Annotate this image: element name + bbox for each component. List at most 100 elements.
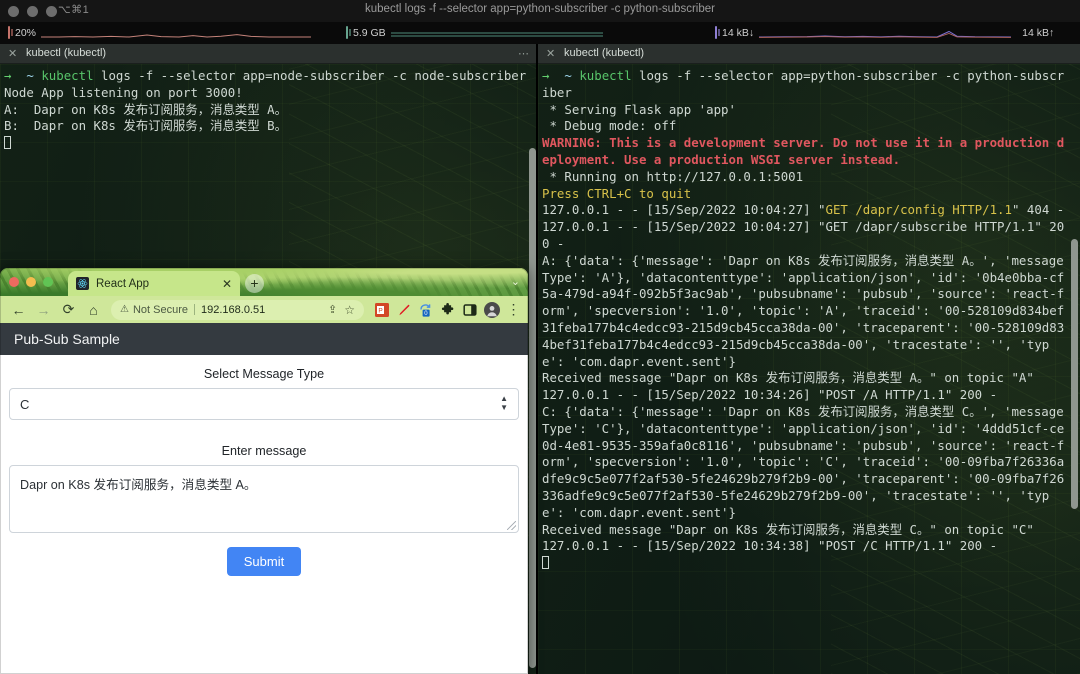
- chrome-maximize-button[interactable]: [43, 277, 53, 287]
- left-terminal-output: → ~ kubectl logs -f --selector app=node-…: [0, 64, 536, 152]
- react-logo-icon: [76, 277, 89, 290]
- new-tab-button[interactable]: +: [245, 274, 264, 293]
- left-command-args: logs -f --selector app=node-subscriber -…: [93, 68, 527, 83]
- right-tab-label[interactable]: kubectl (kubectl): [564, 47, 644, 59]
- event-payload-a: A: {'data': {'message': 'Dapr on K8s 发布订…: [542, 252, 1065, 369]
- cpu-sparkline: [41, 34, 312, 38]
- sync-counter-extension-icon[interactable]: 0: [417, 301, 434, 318]
- right-terminal-scrollbar[interactable]: [1071, 239, 1078, 509]
- share-icon[interactable]: ⇪: [328, 303, 337, 316]
- powerpoint-extension-icon[interactable]: P: [373, 301, 390, 318]
- flask-debug-line: * Debug mode: off: [542, 118, 677, 134]
- enter-message-label: Enter message: [221, 444, 307, 458]
- chrome-window-controls[interactable]: [9, 277, 53, 287]
- cpu-icon: [8, 26, 10, 39]
- chrome-toolbar[interactable]: ← → ⟳ ⌂ ⚠ Not Secure 192.168.0.51 ⇪ ☆ P: [0, 296, 528, 323]
- left-terminal-cursor: [4, 136, 11, 150]
- right-prompt-path: ~: [564, 68, 572, 83]
- cpu-value: 20%: [15, 27, 37, 39]
- left-prompt-path: ~: [26, 68, 34, 83]
- select-message-type-label: Select Message Type: [203, 367, 325, 381]
- not-secure-warning-icon: ⚠: [120, 304, 129, 315]
- right-prompt-arrow: →: [542, 68, 550, 83]
- browser-tab-close-icon[interactable]: ✕: [222, 278, 232, 290]
- right-tab-close-icon[interactable]: ✕: [546, 48, 555, 60]
- memory-value: 5.9 GB: [353, 27, 386, 39]
- status-strip: 20% 5.9 GB 14 kB↓ 14 kB↑: [0, 22, 1080, 44]
- left-prompt-arrow: →: [4, 68, 12, 83]
- received-message-a: Received message "Dapr on K8s 发布订阅服务，消息类…: [542, 370, 1034, 386]
- network-up-value: 14 kB↑: [1022, 27, 1055, 39]
- puzzle-extensions-icon[interactable]: [439, 301, 456, 318]
- back-button[interactable]: ←: [6, 298, 31, 322]
- right-terminal-cursor: [542, 556, 549, 570]
- side-panel-icon[interactable]: [461, 301, 478, 318]
- address-bar[interactable]: ⚠ Not Secure 192.168.0.51 ⇪ ☆: [111, 299, 364, 320]
- left-tab-close-icon[interactable]: ✕: [8, 48, 17, 60]
- browser-tab-title: React App: [96, 277, 150, 290]
- flask-serving-line: * Serving Flask app 'app': [542, 101, 736, 117]
- flask-warning-line: WARNING: This is a development server. D…: [542, 135, 1065, 167]
- left-command-name: kubectl: [41, 68, 94, 83]
- omnibox-url: 192.168.0.51: [201, 303, 266, 316]
- terminal-titlebar: ⌥⌘1 kubectl logs -f --selector app=pytho…: [0, 0, 1080, 22]
- extensions-row[interactable]: P 0 ⋮: [369, 298, 522, 322]
- page-header: Pub-Sub Sample: [0, 323, 528, 355]
- http-log-1-request: GET /dapr/config HTTP/1.1: [825, 202, 1012, 218]
- chevron-down-icon[interactable]: ⌄: [511, 275, 520, 288]
- cpu-stat[interactable]: 20%: [8, 22, 312, 44]
- network-sparkline: [759, 30, 1012, 38]
- svg-text:P: P: [378, 307, 382, 314]
- flask-running-line: * Running on http://127.0.0.1:5001: [542, 168, 804, 184]
- profile-avatar-icon[interactable]: [483, 301, 500, 318]
- page-title: Pub-Sub Sample: [14, 331, 120, 347]
- left-tab-menu-icon[interactable]: ⋯: [518, 47, 529, 60]
- network-down-stat[interactable]: 14 kB↓ 14 kB↑: [715, 22, 1054, 44]
- right-terminal-pane[interactable]: → ~ kubectl logs -f --selector app=pytho…: [538, 64, 1080, 674]
- event-payload-c: C: {'data': {'message': 'Dapr on K8s 发布订…: [542, 403, 1065, 520]
- network-icon: [715, 26, 717, 39]
- message-textarea-value: Dapr on K8s 发布订阅服务，消息类型 A。: [20, 478, 257, 492]
- http-log-1-suffix: " 404 -: [1011, 202, 1065, 218]
- chrome-close-button[interactable]: [9, 277, 19, 287]
- not-secure-indicator[interactable]: ⚠ Not Secure: [120, 304, 188, 316]
- window-title: kubectl logs -f --selector app=python-su…: [365, 3, 715, 15]
- message-textarea[interactable]: Dapr on K8s 发布订阅服务，消息类型 A。: [9, 465, 519, 533]
- memory-sparkline: [390, 32, 603, 37]
- left-log-line-2: B: Dapr on K8s 发布订阅服务，消息类型 B。: [4, 118, 287, 134]
- right-terminal-output: → ~ kubectl logs -f --selector app=pytho…: [538, 64, 1080, 572]
- not-secure-label: Not Secure: [132, 303, 188, 316]
- reload-button[interactable]: ⟳: [56, 298, 81, 322]
- right-tabbar[interactable]: ✕ kubectl (kubectl): [538, 44, 1080, 64]
- http-log-1-prefix: 127.0.0.1 - - [15/Sep/2022 10:04:27] ": [542, 202, 826, 218]
- marker-pen-extension-icon[interactable]: [395, 301, 412, 318]
- right-command-name: kubectl: [579, 68, 632, 83]
- forward-button[interactable]: →: [31, 298, 56, 322]
- http-log-2: 127.0.0.1 - - [15/Sep/2022 10:04:27] "GE…: [542, 219, 1065, 251]
- left-tabbar[interactable]: ✕ kubectl (kubectl) ⋯: [0, 44, 536, 64]
- bookmark-star-icon[interactable]: ☆: [344, 303, 355, 317]
- message-type-select-value: C: [20, 396, 30, 412]
- home-button[interactable]: ⌂: [81, 298, 106, 322]
- chrome-tab-strip[interactable]: React App ✕ + ⌄: [0, 268, 528, 296]
- textarea-resize-handle[interactable]: [507, 521, 516, 530]
- received-message-c: Received message "Dapr on K8s 发布订阅服务，消息类…: [542, 521, 1034, 537]
- chrome-menu-button[interactable]: ⋮: [505, 298, 522, 322]
- press-ctrl-c-line: Press CTRL+C to quit: [542, 185, 692, 201]
- chrome-browser-window[interactable]: React App ✕ + ⌄ ← → ⟳ ⌂ ⚠ Not Secure 192…: [0, 268, 528, 674]
- omnibox-divider: [194, 304, 195, 315]
- left-tab-label[interactable]: kubectl (kubectl): [26, 47, 106, 59]
- network-down-value: 14 kB↓: [722, 27, 755, 39]
- memory-stat[interactable]: 5.9 GB: [346, 22, 603, 44]
- web-page-content: Pub-Sub Sample Select Message Type C ▲ ▼ …: [0, 323, 528, 674]
- browser-tab-react-app[interactable]: React App ✕: [68, 271, 240, 296]
- chrome-minimize-button[interactable]: [26, 277, 36, 287]
- message-type-select[interactable]: C ▲ ▼: [9, 388, 519, 420]
- select-stepper-arrows-icon: ▲ ▼: [500, 394, 508, 412]
- left-terminal-scrollbar[interactable]: [529, 148, 536, 668]
- http-log-3: 127.0.0.1 - - [15/Sep/2022 10:34:26] "PO…: [542, 387, 998, 403]
- submit-button[interactable]: Submit: [226, 547, 302, 576]
- left-log-line-0: Node App listening on port 3000!: [4, 84, 243, 100]
- http-log-4: 127.0.0.1 - - [15/Sep/2022 10:34:38] "PO…: [542, 538, 998, 554]
- memory-icon: [346, 26, 348, 39]
